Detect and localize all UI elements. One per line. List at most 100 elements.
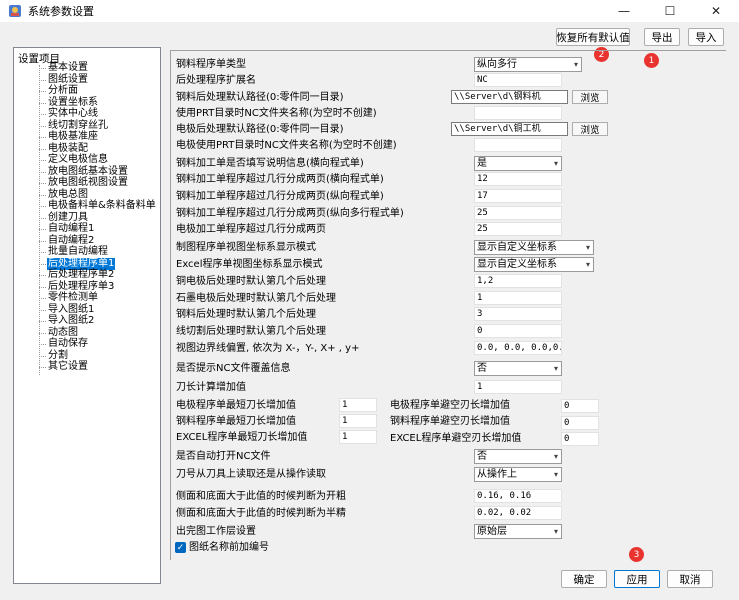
tree-branch-line bbox=[39, 160, 46, 161]
steel-fill-desc-label: 钢料加工单是否填写说明信息(横向程式单) bbox=[176, 158, 364, 169]
tree-branch-line bbox=[39, 321, 46, 322]
excel-clear-tool-input[interactable]: 0 bbox=[561, 432, 599, 446]
steel-clear-tool-label: 钢料程序单避空刃长增加值 bbox=[390, 416, 510, 427]
nc-overwrite-prompt-select[interactable]: 否 ▾ bbox=[474, 361, 562, 376]
window-title: 系统参数设置 bbox=[28, 5, 94, 18]
tree-branch-line bbox=[39, 367, 46, 368]
steel-post-default-label: 钢料后处理时默认第几个后处理 bbox=[176, 309, 316, 320]
electrode-clear-tool-input[interactable]: 0 bbox=[561, 399, 599, 413]
auto-open-nc-select[interactable]: 否 ▾ bbox=[474, 449, 562, 464]
tree-branch-line bbox=[39, 91, 46, 92]
drawing-view-mode-value: 显示自定义坐标系 bbox=[477, 242, 557, 253]
prt-nc-folder-label: 使用PRT目录时NC文件夹名称(为空时不创建) bbox=[176, 108, 377, 119]
steel-post-path-input[interactable]: \\Server\d\钢料机 bbox=[451, 90, 568, 104]
drawing-view-mode-select[interactable]: 显示自定义坐标系 ▾ bbox=[474, 240, 594, 255]
tree-item[interactable]: 自动保存 bbox=[47, 338, 89, 350]
output-layer-value: 原始层 bbox=[477, 526, 507, 537]
excel-min-tool-label: EXCEL程序单最短刀长增加值 bbox=[176, 432, 308, 443]
prefix-drawing-no-checkbox[interactable]: ✓ bbox=[175, 542, 186, 553]
tree-item[interactable]: 基本设置 bbox=[47, 62, 89, 74]
electrode-prt-nc-folder-input[interactable] bbox=[474, 138, 562, 152]
steel-split-h-input[interactable]: 12 bbox=[474, 172, 562, 186]
excel-clear-tool-label: EXCEL程序单避空刃长增加值 bbox=[390, 433, 522, 444]
steel-post-default-input[interactable]: 3 bbox=[474, 307, 562, 321]
steel-program-type-select[interactable]: 纵向多行 ▾ bbox=[474, 57, 582, 72]
maximize-icon[interactable]: ☐ bbox=[647, 0, 693, 22]
tree-branch-line bbox=[39, 80, 46, 81]
restore-defaults-button[interactable]: 恢复所有默认值 bbox=[556, 28, 630, 46]
steel-min-tool-label: 钢料程序单最短刀长增加值 bbox=[176, 416, 296, 427]
tool-length-add-input[interactable]: 1 bbox=[474, 380, 562, 394]
tree-item[interactable]: 其它设置 bbox=[47, 361, 89, 373]
view-border-offset-label: 视图边界线偏置, 依次为 X-，Y-, X+ , y+ bbox=[176, 343, 360, 354]
tree-item[interactable]: 分析面 bbox=[47, 85, 79, 97]
apply-button[interactable]: 应用 bbox=[614, 570, 660, 588]
chevron-down-icon: ▾ bbox=[585, 260, 590, 269]
tree-branch-line bbox=[39, 298, 46, 299]
tree-item[interactable]: 电极基准座 bbox=[47, 131, 99, 143]
steel-browse-button[interactable]: 浏览 bbox=[572, 90, 608, 104]
tree-branch-line bbox=[39, 137, 46, 138]
export-button[interactable]: 导出 bbox=[644, 28, 680, 46]
electrode-browse-button[interactable]: 浏览 bbox=[572, 122, 608, 136]
tree-branch-line bbox=[39, 126, 46, 127]
prefix-drawing-no-label: 图纸名称前加编号 bbox=[189, 542, 269, 553]
electrode-split-label: 电极加工单程序超过几行分成两页 bbox=[176, 224, 326, 235]
import-button[interactable]: 导入 bbox=[688, 28, 724, 46]
wire-post-default-label: 线切割后处理时默认第几个后处理 bbox=[176, 326, 326, 337]
app-icon bbox=[9, 5, 21, 17]
post-ext-label: 后处理程序扩展名 bbox=[176, 75, 256, 86]
tool-source-select[interactable]: 从操作上 ▾ bbox=[474, 467, 562, 482]
tree-branch-line bbox=[39, 114, 46, 115]
excel-view-mode-select[interactable]: 显示自定义坐标系 ▾ bbox=[474, 257, 594, 272]
steel-min-tool-input[interactable]: 1 bbox=[339, 414, 377, 428]
semi-threshold-input[interactable]: 0.02, 0.02 bbox=[474, 506, 562, 520]
tree-item[interactable]: 导入图纸2 bbox=[47, 315, 95, 327]
steel-split-h-label: 钢料加工单程序超过几行分成两页(横向程式单) bbox=[176, 174, 384, 185]
excel-view-mode-value: 显示自定义坐标系 bbox=[477, 259, 557, 270]
steel-split-vm-input[interactable]: 25 bbox=[474, 206, 562, 220]
copper-post-default-input[interactable]: 1,2 bbox=[474, 274, 562, 288]
tree-connector bbox=[39, 65, 40, 375]
steel-split-v-label: 钢料加工单程序超过几行分成两页(纵向程式单) bbox=[176, 191, 384, 202]
tree-item[interactable]: 放电图纸视图设置 bbox=[47, 177, 129, 189]
graphite-post-default-label: 石墨电极后处理时默认第几个后处理 bbox=[176, 293, 336, 304]
wire-post-default-input[interactable]: 0 bbox=[474, 324, 562, 338]
chevron-down-icon: ▾ bbox=[553, 470, 558, 479]
steel-clear-tool-input[interactable]: 0 bbox=[561, 416, 599, 430]
chevron-down-icon: ▾ bbox=[553, 159, 558, 168]
tree-item[interactable]: 实体中心线 bbox=[47, 108, 99, 120]
steel-fill-desc-select[interactable]: 是 ▾ bbox=[474, 156, 562, 171]
post-ext-input[interactable]: NC bbox=[474, 73, 562, 87]
electrode-post-path-input[interactable]: \\Server\d\铜工机 bbox=[451, 122, 568, 136]
electrode-min-tool-input[interactable]: 1 bbox=[339, 398, 377, 412]
electrode-prt-nc-folder-label: 电极使用PRT目录时NC文件夹名称(为空时不创建) bbox=[176, 140, 397, 151]
excel-min-tool-input[interactable]: 1 bbox=[339, 430, 377, 444]
tree-branch-line bbox=[39, 103, 46, 104]
graphite-post-default-input[interactable]: 1 bbox=[474, 291, 562, 305]
electrode-split-input[interactable]: 25 bbox=[474, 222, 562, 236]
steel-fill-desc-value: 是 bbox=[477, 158, 487, 169]
settings-tree[interactable]: 设置项目 基本设置 图纸设置 分析面 设置坐标系 实体中心线 线切割穿丝孔 电极基准座 电极装… bbox=[13, 47, 161, 584]
tree-item[interactable]: 定义电极信息 bbox=[47, 154, 109, 166]
electrode-clear-tool-label: 电极程序单避空刃长增加值 bbox=[390, 400, 510, 411]
tree-branch-line bbox=[39, 264, 46, 265]
view-border-offset-input[interactable]: 0.0, 0.0, 0.0,0.0 bbox=[474, 341, 562, 355]
ok-button[interactable]: 确定 bbox=[561, 570, 607, 588]
tree-item[interactable]: 自动编程1 bbox=[47, 223, 95, 235]
tree-item[interactable]: 批量自动编程 bbox=[47, 246, 109, 258]
minimize-icon[interactable]: — bbox=[601, 0, 647, 22]
excel-view-mode-label: Excel程序单视图坐标系显示模式 bbox=[176, 259, 323, 270]
prt-nc-folder-input[interactable] bbox=[474, 106, 562, 120]
cancel-button[interactable]: 取消 bbox=[667, 570, 713, 588]
output-layer-select[interactable]: 原始层 ▾ bbox=[474, 524, 562, 539]
steel-split-v-input[interactable]: 17 bbox=[474, 189, 562, 203]
tree-item[interactable]: 后处理程序单2 bbox=[47, 269, 115, 281]
steel-program-type-label: 钢料程序单类型 bbox=[176, 59, 246, 70]
rough-threshold-input[interactable]: 0.16, 0.16 bbox=[474, 489, 562, 503]
tree-branch-line bbox=[39, 252, 46, 253]
tree-item[interactable]: 零件检测单 bbox=[47, 292, 99, 304]
tree-item[interactable]: 电极备料单&条料备料单 bbox=[47, 200, 157, 212]
nc-overwrite-prompt-value: 否 bbox=[477, 363, 487, 374]
close-icon[interactable]: ✕ bbox=[693, 0, 739, 22]
